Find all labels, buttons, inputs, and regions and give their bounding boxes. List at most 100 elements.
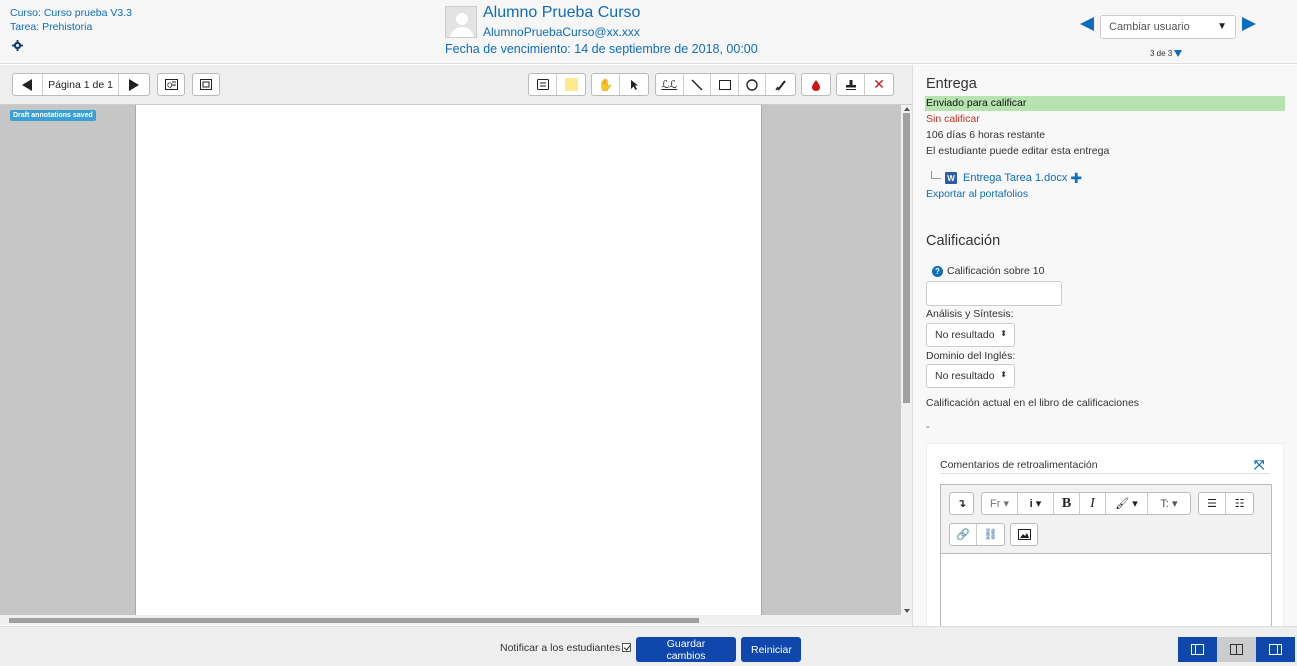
notify-checkbox[interactable] bbox=[622, 643, 632, 652]
collapse-grade-panel-button[interactable] bbox=[1256, 637, 1295, 662]
file-link[interactable]: Entrega Tarea 1.docx bbox=[963, 172, 1067, 184]
change-user-select[interactable]: Cambiar usuario ▼ bbox=[1100, 15, 1236, 39]
submission-title: Entrega bbox=[926, 76, 977, 92]
arrow-right-icon bbox=[129, 78, 140, 91]
insert-image-button[interactable] bbox=[1010, 523, 1038, 546]
annotation-toolbar: Página 1 de 1 Q ✋ ℒℒ ✕ bbox=[0, 65, 912, 105]
format-group: Fr ▾ i ▾ B I 🖌 ▾ T: ▾ bbox=[981, 492, 1191, 515]
collapse-review-panel-button[interactable] bbox=[1178, 637, 1217, 662]
annotation-color-button[interactable] bbox=[801, 73, 831, 96]
link-icon[interactable]: 🔗 bbox=[950, 524, 977, 545]
oval-tool-button[interactable] bbox=[739, 74, 767, 95]
assignment-link[interactable]: Tarea: Prehistoria bbox=[10, 20, 132, 34]
previous-page-button[interactable] bbox=[13, 74, 43, 95]
avatar bbox=[445, 6, 477, 38]
unlink-icon[interactable]: ⛓ bbox=[977, 524, 1004, 545]
grade-panel: Entrega Enviado para calificar Sin calif… bbox=[912, 65, 1297, 626]
font-family-button[interactable]: Fr ▾ bbox=[982, 493, 1018, 514]
reset-button[interactable]: Reiniciar bbox=[741, 637, 801, 662]
oval-icon bbox=[746, 78, 758, 91]
comment-color-button[interactable] bbox=[557, 74, 585, 95]
current-grade-label: Calificación actual en el libro de calif… bbox=[926, 397, 1140, 409]
page-navigation: Página 1 de 1 bbox=[12, 73, 150, 96]
fullscreen-icon[interactable]: ⤧ bbox=[1254, 458, 1264, 471]
delete-icon[interactable]: ✕ bbox=[865, 74, 893, 95]
outcome2-label: Dominio del Inglés: bbox=[926, 350, 1016, 362]
expand-icon bbox=[193, 74, 219, 95]
next-page-button[interactable] bbox=[119, 74, 149, 95]
horizontal-scroll-thumb[interactable] bbox=[9, 618, 699, 623]
grading-status: Sin calificar bbox=[926, 113, 980, 125]
highlighter-icon bbox=[775, 79, 786, 91]
submitted-file: W Entrega Tarea 1.docx ✚ bbox=[931, 170, 1082, 186]
filter-icon[interactable] bbox=[1174, 50, 1183, 57]
grade-title: Calificación bbox=[926, 233, 1001, 249]
course-link[interactable]: Curso: Curso prueba V3.3 bbox=[10, 6, 132, 20]
comment-tool-button[interactable] bbox=[529, 74, 557, 95]
italic-icon[interactable]: I bbox=[1080, 493, 1106, 514]
course-info: Curso: Curso prueba V3.3 Tarea: Prehisto… bbox=[10, 6, 132, 34]
feedback-editor: ↴ Fr ▾ i ▾ B I 🖌 ▾ T: ▾ ☰ ☷ 🔗 ⛓ bbox=[940, 484, 1272, 626]
submission-status: Enviado para calificar bbox=[925, 96, 1285, 111]
student-name[interactable]: Alumno Prueba Curso bbox=[483, 4, 640, 22]
grade-label: ? Calificación sobre 10 bbox=[932, 265, 1044, 277]
image-icon bbox=[1011, 524, 1037, 545]
previous-user-icon[interactable] bbox=[1080, 17, 1094, 31]
grade-input[interactable] bbox=[926, 281, 1062, 306]
paragraph-styles-icon[interactable]: i ▾ bbox=[1018, 493, 1054, 514]
export-portfolio-link[interactable]: Exportar al portafolios bbox=[926, 188, 1028, 200]
default-layout-button[interactable] bbox=[1217, 637, 1256, 662]
expand-comments-button[interactable] bbox=[192, 73, 220, 96]
unordered-list-icon[interactable]: ☰ bbox=[1199, 493, 1226, 514]
vertical-scrollbar[interactable] bbox=[901, 105, 912, 625]
gear-icon[interactable] bbox=[12, 40, 23, 51]
save-button[interactable]: Guardar cambios bbox=[636, 637, 736, 662]
hand-icon: ✋ bbox=[598, 77, 613, 92]
scroll-up-icon[interactable] bbox=[904, 107, 910, 111]
outcome1-select[interactable]: No resultado ⬍ bbox=[926, 323, 1015, 347]
font-size-icon[interactable]: T: ▾ bbox=[1148, 493, 1190, 514]
updown-icon: ⬍ bbox=[1000, 370, 1007, 379]
outcome1-label: Análisis y Síntesis: bbox=[926, 308, 1014, 320]
outcome1-value: No resultado bbox=[935, 329, 995, 341]
collapse-toolbar-button[interactable]: ↴ bbox=[949, 492, 974, 515]
pdf-viewer[interactable]: Draft annotations saved bbox=[0, 105, 912, 625]
scroll-down-icon[interactable] bbox=[904, 609, 910, 613]
horizontal-scrollbar[interactable] bbox=[0, 615, 901, 625]
word-document-icon: W bbox=[945, 172, 957, 184]
outcome2-select[interactable]: No resultado ⬍ bbox=[926, 364, 1015, 388]
line-tool-button[interactable] bbox=[684, 74, 712, 95]
pan-tool-button[interactable]: ✋ bbox=[592, 74, 621, 95]
user-count: 3 de 3 bbox=[1150, 49, 1183, 58]
comment-icon bbox=[536, 79, 549, 90]
grade-label-text: Calificación sobre 10 bbox=[947, 265, 1045, 277]
search-comments-button[interactable]: Q bbox=[157, 73, 185, 96]
pdf-page[interactable] bbox=[135, 105, 762, 615]
current-grade-value: - bbox=[926, 421, 930, 433]
help-icon[interactable]: ? bbox=[932, 266, 943, 277]
rectangle-tool-button[interactable] bbox=[711, 74, 739, 95]
ordered-list-icon[interactable]: ☷ bbox=[1226, 493, 1253, 514]
bold-icon[interactable]: B bbox=[1054, 493, 1080, 514]
feedback-textarea[interactable] bbox=[941, 554, 1271, 626]
editor-toolbar: ↴ Fr ▾ i ▾ B I 🖌 ▾ T: ▾ ☰ ☷ 🔗 ⛓ bbox=[941, 485, 1271, 554]
page-selector[interactable]: Página 1 de 1 bbox=[43, 74, 120, 95]
line-icon bbox=[691, 79, 703, 90]
highlight-tool-button[interactable] bbox=[766, 74, 795, 95]
time-remaining: 106 días 6 horas restante bbox=[926, 129, 1046, 141]
arrow-down-icon: ↴ bbox=[956, 498, 967, 510]
student-email[interactable]: AlumnoPruebaCurso@xx.xxx bbox=[483, 25, 640, 39]
select-tool-button[interactable] bbox=[620, 74, 648, 95]
plus-icon[interactable]: ✚ bbox=[1070, 171, 1082, 185]
layout-right-icon bbox=[1269, 644, 1282, 655]
vertical-scroll-thumb[interactable] bbox=[903, 113, 910, 403]
link-group: 🔗 ⛓ bbox=[949, 523, 1005, 546]
due-date: Fecha de vencimiento: 14 de septiembre d… bbox=[445, 42, 758, 56]
font-color-icon[interactable]: 🖌 ▾ bbox=[1106, 493, 1148, 514]
next-user-icon[interactable] bbox=[1242, 17, 1256, 31]
rectangle-icon bbox=[718, 79, 731, 90]
stamp-tool-button[interactable] bbox=[837, 74, 866, 95]
feedback-divider bbox=[940, 473, 1270, 474]
pen-tool-button[interactable]: ℒℒ bbox=[656, 74, 684, 95]
notify-students: Notificar a los estudiantes bbox=[500, 642, 632, 654]
